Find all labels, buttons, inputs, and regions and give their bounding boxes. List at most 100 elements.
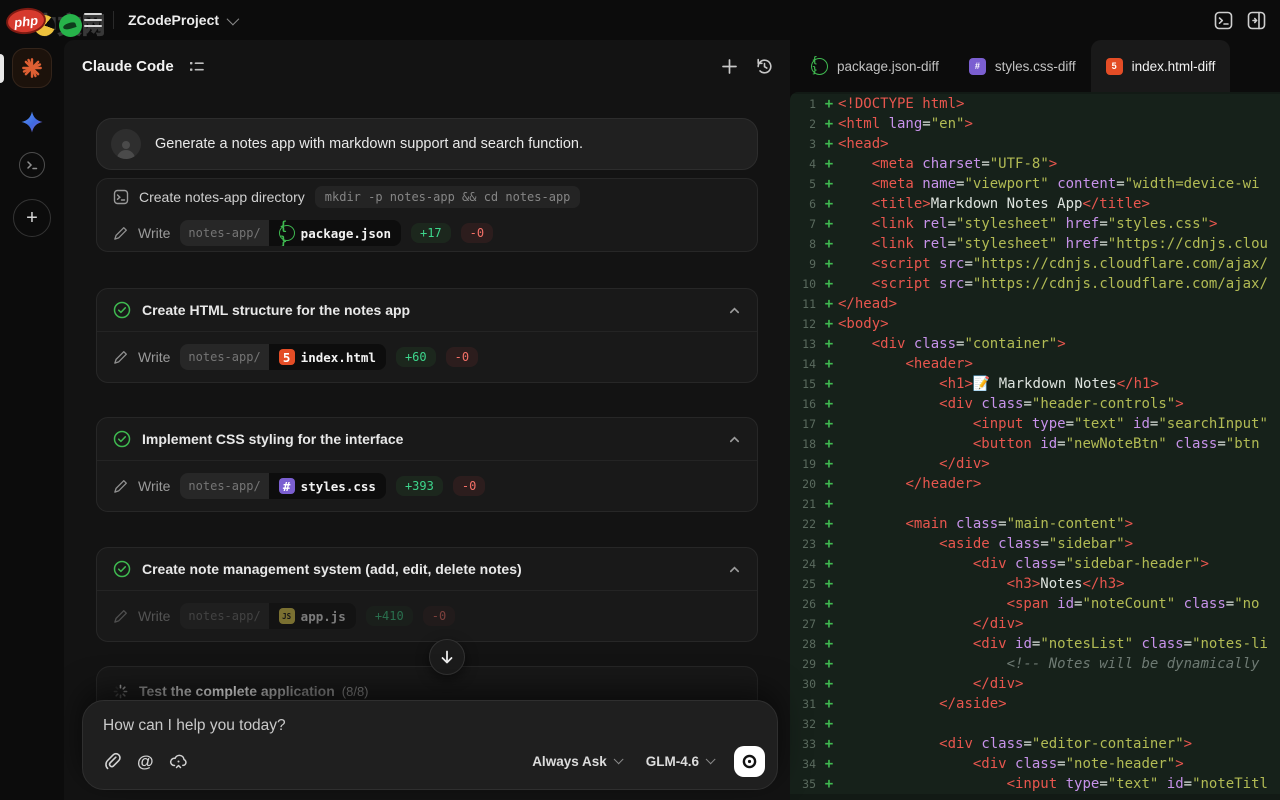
lines-removed-badge: -0 [453, 476, 485, 496]
arrow-down-icon [439, 649, 455, 665]
history-icon[interactable] [755, 57, 774, 76]
write-label: Write [138, 608, 170, 624]
diff-line: 3+<head> [790, 134, 1280, 154]
watermark-green-icon [59, 14, 82, 37]
chat-header: Claude Code [64, 40, 790, 92]
file-name: app.js [301, 609, 346, 624]
project-name: ZCodeProject [128, 12, 219, 28]
diff-line: 13+ <div class="container"> [790, 334, 1280, 354]
chat-title: Claude Code [82, 58, 174, 75]
check-circle-icon [113, 560, 131, 578]
terminal-step-icon [113, 189, 129, 205]
gemini-diamond-icon [20, 110, 44, 134]
chat-input-placeholder[interactable]: How can I help you today? [103, 717, 761, 735]
diff-line: 9+ <script src="https://cdnjs.cloudflare… [790, 254, 1280, 274]
json-file-icon: { } [811, 58, 828, 75]
rail-active-indicator [0, 54, 4, 83]
diff-panel: { } package.json-diff # styles.css-diff … [790, 40, 1280, 800]
titlebar-divider [113, 11, 114, 29]
chat-panel: Claude Code [64, 40, 790, 800]
write-label: Write [138, 478, 170, 494]
check-circle-icon [113, 430, 131, 448]
diff-line: 12+<body> [790, 314, 1280, 334]
record-icon [741, 753, 758, 770]
file-chip-styles-css[interactable]: notes-app/ # styles.css [180, 473, 386, 499]
task-card-header[interactable]: Create HTML structure for the notes app [97, 289, 757, 331]
task-title: Create note management system (add, edit… [142, 561, 522, 577]
html-file-icon: 5 [1106, 58, 1123, 75]
sidebar-item-terminal[interactable] [19, 152, 45, 178]
task-card-setup: Create notes-app directory mkdir -p note… [96, 178, 758, 252]
sidebar-item-gemini[interactable] [15, 105, 49, 139]
user-message-text: Generate a notes app with markdown suppo… [155, 136, 583, 152]
file-path: notes-app/ [180, 344, 268, 370]
permission-mode-value: Always Ask [532, 754, 607, 769]
chat-scroll-area: Generate a notes app with markdown suppo… [64, 118, 790, 754]
write-row-app-js: Write notes-app/ JS app.js +410 -0 [97, 591, 757, 641]
lines-removed-badge: -0 [461, 223, 493, 243]
diff-line: 4+ <meta charset="UTF-8"> [790, 154, 1280, 174]
html-file-icon: 5 [279, 349, 295, 365]
diff-line: 15+ <h1>📝 Markdown Notes</h1> [790, 374, 1280, 394]
panel-right-icon[interactable] [1247, 11, 1266, 30]
diff-line: 10+ <script src="https://cdnjs.cloudflar… [790, 274, 1280, 294]
new-chat-icon[interactable] [720, 57, 739, 76]
new-session-button[interactable]: + [13, 199, 51, 237]
terminal-icon[interactable] [1214, 11, 1233, 30]
titlebar: 中文网 php ZCodeProject [0, 0, 1280, 40]
project-selector[interactable]: ZCodeProject [128, 0, 236, 40]
write-row-index-html: Write notes-app/ 5 index.html +60 -0 [97, 332, 757, 382]
terminal-prompt-icon [26, 159, 38, 171]
chevron-up-icon[interactable] [728, 304, 741, 317]
diff-line: 19+ </div> [790, 454, 1280, 474]
spinner-icon [113, 684, 128, 699]
css-file-icon: # [969, 58, 986, 75]
attach-file-icon[interactable] [103, 752, 122, 771]
task-card-header[interactable]: Implement CSS styling for the interface [97, 418, 757, 460]
chat-input-box[interactable]: How can I help you today? @ Always Ask G… [82, 700, 778, 790]
pencil-icon [113, 479, 128, 494]
diff-line: 8+ <link rel="stylesheet" href="https://… [790, 234, 1280, 254]
task-list-icon[interactable] [188, 58, 205, 75]
sidebar-item-claude-code[interactable] [12, 48, 52, 88]
file-chip-app-js[interactable]: notes-app/ JS app.js [180, 603, 355, 629]
mention-icon[interactable]: @ [137, 752, 154, 771]
scroll-to-bottom-button[interactable] [429, 639, 465, 675]
chevron-up-icon[interactable] [728, 563, 741, 576]
agent-tools-icon[interactable] [169, 752, 188, 771]
task-title: Create HTML structure for the notes app [142, 302, 410, 318]
pencil-icon [113, 226, 128, 241]
file-chip-package-json[interactable]: notes-app/ { } package.json [180, 220, 401, 246]
diff-line: 35+ <input type="text" id="noteTitl [790, 774, 1280, 794]
user-message: Generate a notes app with markdown suppo… [96, 118, 758, 170]
model-value: GLM-4.6 [646, 754, 699, 769]
user-avatar-icon [111, 129, 141, 159]
tab-index-html-diff[interactable]: 5 index.html-diff [1091, 40, 1231, 92]
file-path: notes-app/ [180, 603, 268, 629]
permission-mode-select[interactable]: Always Ask [532, 754, 620, 769]
diff-line: 25+ <h3>Notes</h3> [790, 574, 1280, 594]
file-chip-index-html[interactable]: notes-app/ 5 index.html [180, 344, 386, 370]
diff-line: 16+ <div class="header-controls"> [790, 394, 1280, 414]
task-card-css: Implement CSS styling for the interface … [96, 417, 758, 512]
diff-line: 11+</head> [790, 294, 1280, 314]
task-card-html: Create HTML structure for the notes app … [96, 288, 758, 383]
tab-package-json-diff[interactable]: { } package.json-diff [796, 40, 954, 92]
diff-line: 17+ <input type="text" id="searchInput" [790, 414, 1280, 434]
diff-line: 22+ <main class="main-content"> [790, 514, 1280, 534]
tab-styles-css-diff[interactable]: # styles.css-diff [954, 40, 1091, 92]
lines-added-badge: +393 [396, 476, 443, 496]
step-row-mkdir: Create notes-app directory mkdir -p note… [97, 179, 757, 215]
tab-label: package.json-diff [837, 59, 939, 74]
task-card-js: Create note management system (add, edit… [96, 547, 758, 642]
send-record-button[interactable] [734, 746, 765, 777]
model-select[interactable]: GLM-4.6 [646, 754, 712, 769]
pencil-icon [113, 350, 128, 365]
file-path: notes-app/ [180, 220, 268, 246]
diff-line: 26+ <span id="noteCount" class="no [790, 594, 1280, 614]
menu-icon[interactable] [84, 13, 102, 27]
diff-line: 1+<!DOCTYPE html> [790, 94, 1280, 114]
chevron-down-icon [613, 754, 623, 764]
chevron-up-icon[interactable] [728, 433, 741, 446]
task-card-header[interactable]: Create note management system (add, edit… [97, 548, 757, 590]
